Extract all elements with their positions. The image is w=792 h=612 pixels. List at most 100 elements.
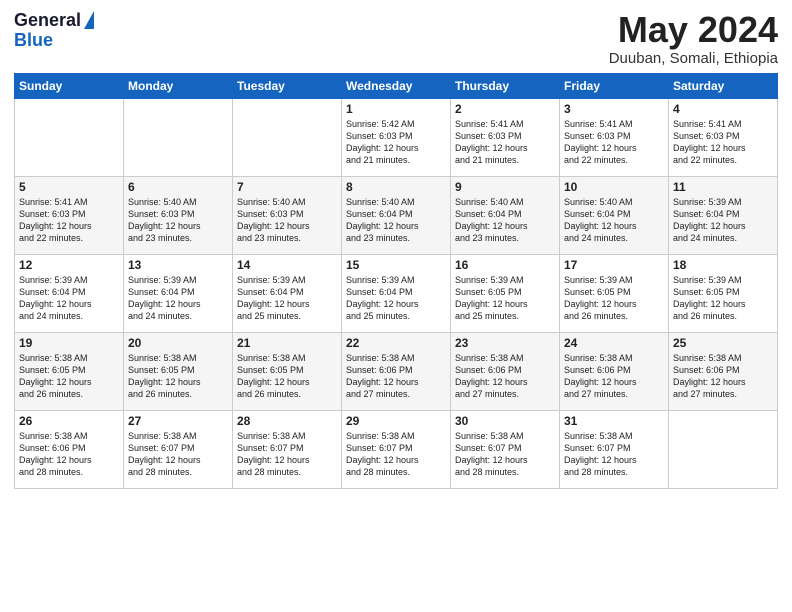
calendar-cell-5-2: 27 Sunrise: 5:38 AM Sunset: 6:07 PM Dayli…: [124, 410, 233, 488]
calendar-cell-4-2: 20 Sunrise: 5:38 AM Sunset: 6:05 PM Dayli…: [124, 332, 233, 410]
day-number: 18: [673, 258, 773, 272]
header-wednesday: Wednesday: [342, 73, 451, 98]
day-info: Sunrise: 5:39 AM Sunset: 6:05 PM Dayligh…: [673, 274, 773, 323]
header-friday: Friday: [560, 73, 669, 98]
calendar-cell-4-7: 25 Sunrise: 5:38 AM Sunset: 6:06 PM Dayli…: [669, 332, 778, 410]
day-number: 25: [673, 336, 773, 350]
day-number: 26: [19, 414, 119, 428]
calendar-cell-1-5: 2 Sunrise: 5:41 AM Sunset: 6:03 PM Daylig…: [451, 98, 560, 176]
header-thursday: Thursday: [451, 73, 560, 98]
day-number: 9: [455, 180, 555, 194]
day-number: 24: [564, 336, 664, 350]
weekday-header-row: Sunday Monday Tuesday Wednesday Thursday…: [15, 73, 778, 98]
calendar-cell-2-2: 6 Sunrise: 5:40 AM Sunset: 6:03 PM Daylig…: [124, 176, 233, 254]
day-info: Sunrise: 5:39 AM Sunset: 6:04 PM Dayligh…: [19, 274, 119, 323]
calendar-cell-4-6: 24 Sunrise: 5:38 AM Sunset: 6:06 PM Dayli…: [560, 332, 669, 410]
header-monday: Monday: [124, 73, 233, 98]
day-info: Sunrise: 5:39 AM Sunset: 6:04 PM Dayligh…: [237, 274, 337, 323]
day-number: 20: [128, 336, 228, 350]
calendar-cell-2-3: 7 Sunrise: 5:40 AM Sunset: 6:03 PM Daylig…: [233, 176, 342, 254]
calendar-cell-3-7: 18 Sunrise: 5:39 AM Sunset: 6:05 PM Dayli…: [669, 254, 778, 332]
day-info: Sunrise: 5:40 AM Sunset: 6:04 PM Dayligh…: [564, 196, 664, 245]
calendar-cell-3-2: 13Sunrise: 5:39 AM Sunset: 6:04 PM Dayli…: [124, 254, 233, 332]
calendar-cell-1-3: [233, 98, 342, 176]
calendar-cell-3-3: 14Sunrise: 5:39 AM Sunset: 6:04 PM Dayli…: [233, 254, 342, 332]
day-number: 6: [128, 180, 228, 194]
day-info: Sunrise: 5:38 AM Sunset: 6:05 PM Dayligh…: [237, 352, 337, 401]
calendar-cell-2-4: 8 Sunrise: 5:40 AM Sunset: 6:04 PM Daylig…: [342, 176, 451, 254]
day-number: 3: [564, 102, 664, 116]
day-info: Sunrise: 5:38 AM Sunset: 6:06 PM Dayligh…: [19, 430, 119, 479]
week-row-5: 26 Sunrise: 5:38 AM Sunset: 6:06 PM Dayli…: [15, 410, 778, 488]
calendar-cell-4-3: 21 Sunrise: 5:38 AM Sunset: 6:05 PM Dayli…: [233, 332, 342, 410]
calendar-cell-5-4: 29Sunrise: 5:38 AM Sunset: 6:07 PM Dayli…: [342, 410, 451, 488]
day-number: 27: [128, 414, 228, 428]
week-row-4: 19Sunrise: 5:38 AM Sunset: 6:05 PM Dayli…: [15, 332, 778, 410]
day-info: Sunrise: 5:38 AM Sunset: 6:07 PM Dayligh…: [455, 430, 555, 479]
day-number: 7: [237, 180, 337, 194]
calendar-cell-5-7: [669, 410, 778, 488]
day-number: 22: [346, 336, 446, 350]
day-info: Sunrise: 5:38 AM Sunset: 6:07 PM Dayligh…: [346, 430, 446, 479]
logo-blue: Blue: [14, 31, 53, 49]
day-number: 31: [564, 414, 664, 428]
calendar-cell-2-7: 11 Sunrise: 5:39 AM Sunset: 6:04 PM Dayli…: [669, 176, 778, 254]
calendar-cell-2-1: 5Sunrise: 5:41 AM Sunset: 6:03 PM Daylig…: [15, 176, 124, 254]
day-info: Sunrise: 5:39 AM Sunset: 6:04 PM Dayligh…: [346, 274, 446, 323]
week-row-2: 5Sunrise: 5:41 AM Sunset: 6:03 PM Daylig…: [15, 176, 778, 254]
calendar-cell-3-5: 16Sunrise: 5:39 AM Sunset: 6:05 PM Dayli…: [451, 254, 560, 332]
month-title: May 2024: [609, 10, 778, 50]
calendar-cell-1-1: [15, 98, 124, 176]
day-info: Sunrise: 5:41 AM Sunset: 6:03 PM Dayligh…: [455, 118, 555, 167]
calendar-table: Sunday Monday Tuesday Wednesday Thursday…: [14, 73, 778, 489]
day-number: 2: [455, 102, 555, 116]
calendar-cell-3-6: 17Sunrise: 5:39 AM Sunset: 6:05 PM Dayli…: [560, 254, 669, 332]
calendar-cell-5-5: 30 Sunrise: 5:38 AM Sunset: 6:07 PM Dayli…: [451, 410, 560, 488]
header-tuesday: Tuesday: [233, 73, 342, 98]
day-number: 11: [673, 180, 773, 194]
day-info: Sunrise: 5:38 AM Sunset: 6:07 PM Dayligh…: [237, 430, 337, 479]
day-number: 13: [128, 258, 228, 272]
day-info: Sunrise: 5:38 AM Sunset: 6:07 PM Dayligh…: [564, 430, 664, 479]
day-info: Sunrise: 5:40 AM Sunset: 6:03 PM Dayligh…: [128, 196, 228, 245]
day-info: Sunrise: 5:41 AM Sunset: 6:03 PM Dayligh…: [673, 118, 773, 167]
day-number: 21: [237, 336, 337, 350]
day-number: 12: [19, 258, 119, 272]
day-info: Sunrise: 5:39 AM Sunset: 6:04 PM Dayligh…: [673, 196, 773, 245]
day-info: Sunrise: 5:38 AM Sunset: 6:06 PM Dayligh…: [564, 352, 664, 401]
page: General Blue May 2024 Duuban, Somali, Et…: [0, 0, 792, 499]
day-info: Sunrise: 5:40 AM Sunset: 6:04 PM Dayligh…: [346, 196, 446, 245]
header-saturday: Saturday: [669, 73, 778, 98]
calendar-cell-4-4: 22Sunrise: 5:38 AM Sunset: 6:06 PM Dayli…: [342, 332, 451, 410]
day-number: 23: [455, 336, 555, 350]
week-row-1: 1Sunrise: 5:42 AM Sunset: 6:03 PM Daylig…: [15, 98, 778, 176]
day-info: Sunrise: 5:41 AM Sunset: 6:03 PM Dayligh…: [564, 118, 664, 167]
location-title: Duuban, Somali, Ethiopia: [609, 50, 778, 67]
title-block: May 2024 Duuban, Somali, Ethiopia: [609, 10, 778, 67]
day-number: 15: [346, 258, 446, 272]
day-info: Sunrise: 5:39 AM Sunset: 6:05 PM Dayligh…: [455, 274, 555, 323]
calendar-cell-1-2: [124, 98, 233, 176]
calendar-cell-5-6: 31 Sunrise: 5:38 AM Sunset: 6:07 PM Dayli…: [560, 410, 669, 488]
day-number: 30: [455, 414, 555, 428]
day-number: 8: [346, 180, 446, 194]
day-info: Sunrise: 5:38 AM Sunset: 6:06 PM Dayligh…: [673, 352, 773, 401]
calendar-cell-3-4: 15 Sunrise: 5:39 AM Sunset: 6:04 PM Dayli…: [342, 254, 451, 332]
day-number: 28: [237, 414, 337, 428]
day-number: 10: [564, 180, 664, 194]
calendar-cell-5-1: 26 Sunrise: 5:38 AM Sunset: 6:06 PM Dayli…: [15, 410, 124, 488]
day-info: Sunrise: 5:38 AM Sunset: 6:05 PM Dayligh…: [128, 352, 228, 401]
day-number: 4: [673, 102, 773, 116]
day-info: Sunrise: 5:40 AM Sunset: 6:04 PM Dayligh…: [455, 196, 555, 245]
day-info: Sunrise: 5:38 AM Sunset: 6:06 PM Dayligh…: [455, 352, 555, 401]
logo: General Blue: [14, 10, 94, 49]
day-info: Sunrise: 5:41 AM Sunset: 6:03 PM Dayligh…: [19, 196, 119, 245]
calendar-cell-4-5: 23 Sunrise: 5:38 AM Sunset: 6:06 PM Dayli…: [451, 332, 560, 410]
calendar-cell-3-1: 12 Sunrise: 5:39 AM Sunset: 6:04 PM Dayli…: [15, 254, 124, 332]
day-info: Sunrise: 5:40 AM Sunset: 6:03 PM Dayligh…: [237, 196, 337, 245]
header-sunday: Sunday: [15, 73, 124, 98]
calendar-cell-4-1: 19Sunrise: 5:38 AM Sunset: 6:05 PM Dayli…: [15, 332, 124, 410]
day-info: Sunrise: 5:38 AM Sunset: 6:07 PM Dayligh…: [128, 430, 228, 479]
week-row-3: 12 Sunrise: 5:39 AM Sunset: 6:04 PM Dayli…: [15, 254, 778, 332]
calendar-cell-5-3: 28 Sunrise: 5:38 AM Sunset: 6:07 PM Dayli…: [233, 410, 342, 488]
